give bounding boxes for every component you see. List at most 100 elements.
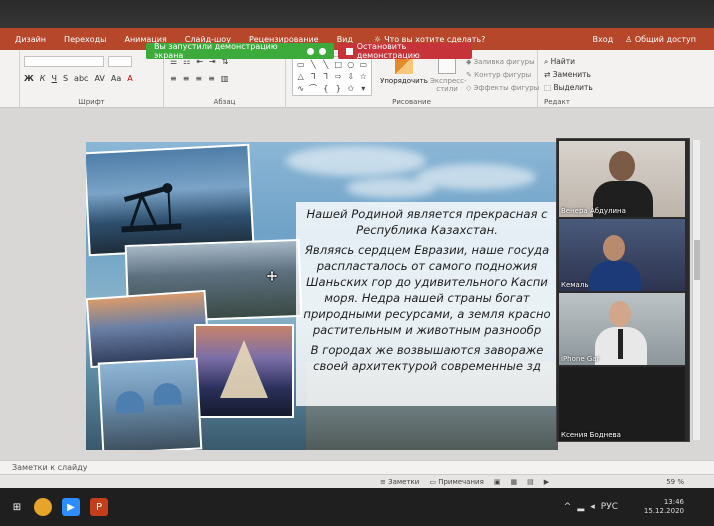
select-button[interactable]: ⬚ Выделить xyxy=(544,81,593,94)
current-slide[interactable]: Нашей Родиной является прекрасная с Респ… xyxy=(86,142,558,450)
case-button[interactable]: Aa xyxy=(111,74,121,83)
shape-effects-button[interactable]: ◇ Эффекты фигуры xyxy=(466,82,539,95)
comments-toggle[interactable]: ▭ Примечания xyxy=(429,478,483,486)
palace-photo[interactable] xyxy=(97,357,203,450)
rect-shape-icon[interactable]: ▭ xyxy=(358,59,370,70)
line-shape-icon[interactable]: ╲ xyxy=(320,59,332,70)
align-left-button[interactable]: ≡ xyxy=(170,74,177,83)
columns-button[interactable]: ▥ xyxy=(221,74,229,83)
tab-design[interactable]: Дизайн xyxy=(6,35,55,44)
line-shape-icon[interactable]: ╲ xyxy=(308,59,320,70)
quick-styles-label: Экспресс-стили xyxy=(430,77,467,93)
align-center-button[interactable]: ≡ xyxy=(183,74,190,83)
participant-video[interactable]: Ксения Боднева xyxy=(559,367,685,441)
brace-shape-icon[interactable]: { xyxy=(320,83,332,94)
login-link[interactable]: Вход xyxy=(592,35,613,44)
language-indicator[interactable]: РУС xyxy=(601,502,618,512)
brace-shape-icon[interactable]: } xyxy=(333,83,345,94)
strike-button[interactable]: S xyxy=(63,74,68,83)
shadow-button[interactable]: abc xyxy=(74,74,88,83)
khan-shatyr-photo[interactable] xyxy=(194,324,294,418)
zoom-app-icon[interactable]: ▶ xyxy=(62,498,80,516)
clock-time: 13:46 xyxy=(663,498,684,506)
more-shapes-icon[interactable]: ▾ xyxy=(358,83,370,94)
quick-styles-button[interactable]: Экспресс-стили xyxy=(430,56,467,93)
slide-text-box[interactable]: Нашей Родиной является прекрасная с Респ… xyxy=(296,202,558,406)
rect-shape-icon[interactable]: □ xyxy=(333,59,345,70)
participant-video[interactable]: iPhone Gar xyxy=(559,293,685,365)
star-shape-icon[interactable]: ☆ xyxy=(358,71,370,82)
participant-name: Ксения Боднева xyxy=(561,431,621,439)
shape-outline-button[interactable]: ✎ Контур фигуры xyxy=(466,69,539,82)
city-skyline-photo[interactable] xyxy=(86,289,211,369)
underline-button[interactable]: Ч xyxy=(51,74,56,83)
triangle-shape-icon[interactable]: △ xyxy=(295,71,307,82)
arrow-shape-icon[interactable]: ⇨ xyxy=(333,71,345,82)
slide-text-line: Шаньских гор до удивительного Каспи xyxy=(306,275,548,289)
shapes-gallery[interactable]: ▭ ╲ ╲ □ ○ ▭ △ ⅂ ⅂ ⇨ ⇩ ☆ ∿ ⌒ { } ✩ ▾ xyxy=(292,56,372,96)
tab-transitions[interactable]: Переходы xyxy=(55,35,115,44)
move-cursor-icon xyxy=(266,270,278,282)
volume-icon[interactable] xyxy=(319,47,327,55)
notes-pane[interactable]: Заметки к слайду xyxy=(0,460,714,474)
notes-toggle[interactable]: ≡ Заметки xyxy=(380,478,419,486)
participant-video[interactable]: Кемаль xyxy=(559,219,685,291)
participant-video[interactable]: Венера Абдулина xyxy=(559,141,685,217)
star-shape-icon[interactable]: ✩ xyxy=(345,83,357,94)
screen-share-bar: Вы запустили демонстрацию экрана Останов… xyxy=(146,42,472,60)
volume-icon[interactable]: ◂ xyxy=(590,502,595,512)
effects-icon: ◇ xyxy=(466,84,472,92)
powerpoint-icon[interactable]: P xyxy=(90,498,108,516)
justify-button[interactable]: ≡ xyxy=(208,74,215,83)
replace-button[interactable]: ⇄ Заменить xyxy=(544,68,593,81)
view-slideshow-button[interactable]: ▶ xyxy=(544,478,549,486)
font-size-select[interactable] xyxy=(108,56,132,67)
slide-text-line: моря. Недра нашей страны богат xyxy=(324,291,530,305)
view-sorter-button[interactable]: ▦ xyxy=(510,478,517,486)
italic-button[interactable]: К xyxy=(40,74,46,83)
view-normal-button[interactable]: ▣ xyxy=(494,478,501,486)
participant-name: Кемаль xyxy=(561,281,589,289)
zoom-level[interactable]: 59 % xyxy=(666,478,714,486)
participants-panel: Венера Абдулина Кемаль iPhone Gar Ксения… xyxy=(556,138,690,442)
bold-button[interactable]: Ж xyxy=(24,74,34,83)
font-color-button[interactable]: A xyxy=(127,74,132,83)
slide-text-line: Нашей Родиной является прекрасная с xyxy=(306,207,548,221)
chrome-icon[interactable] xyxy=(34,498,52,516)
align-buttons: ≡ ≡ ≡ ≡ ▥ xyxy=(170,74,228,83)
participant-head xyxy=(609,301,631,327)
necktie-shape xyxy=(618,329,623,359)
oil-pump-photo[interactable] xyxy=(86,143,255,257)
chevron-up-icon[interactable]: ^ xyxy=(564,502,572,512)
vertical-scrollbar[interactable] xyxy=(692,140,700,440)
windows-start-icon[interactable]: ⊞ xyxy=(8,498,26,516)
align-right-button[interactable]: ≡ xyxy=(195,74,202,83)
find-button[interactable]: ⌕ Найти xyxy=(544,55,593,68)
connector-shape-icon[interactable]: ⅂ xyxy=(320,71,332,82)
shape-fill-label: Заливка фигуры xyxy=(473,58,535,66)
notes-icon: ≡ xyxy=(380,477,386,486)
stop-share-button[interactable]: Остановить демонстрацию xyxy=(338,42,472,60)
stop-share-label: Остановить демонстрацию xyxy=(356,42,420,60)
spacing-button[interactable]: AV xyxy=(94,74,104,83)
curve-shape-icon[interactable]: ∿ xyxy=(295,83,307,94)
microphone-icon[interactable] xyxy=(307,47,315,55)
font-format-buttons: Ж К Ч S abc AV Aa A xyxy=(24,74,133,83)
connector-shape-icon[interactable]: ⅂ xyxy=(308,71,320,82)
scrollbar-thumb[interactable] xyxy=(694,240,700,280)
share-button[interactable]: ♙ Общий доступ xyxy=(625,35,696,44)
arrange-button[interactable]: Упорядочить xyxy=(380,56,428,85)
network-icon[interactable]: ▂ xyxy=(577,502,584,512)
clock[interactable]: 13:46 15.12.2020 xyxy=(644,498,684,516)
arrow-shape-icon[interactable]: ⇩ xyxy=(345,71,357,82)
font-name-select[interactable] xyxy=(24,56,104,67)
editing-group-label: Редакт xyxy=(544,98,570,106)
sky-cloud xyxy=(286,146,426,176)
replace-icon: ⇄ xyxy=(544,70,551,79)
status-bar: ≡ Заметки ▭ Примечания ▣ ▦ ▤ ▶ 59 % xyxy=(0,474,714,488)
textbox-shape-icon[interactable]: ▭ xyxy=(295,59,307,70)
view-reading-button[interactable]: ▤ xyxy=(527,478,534,486)
curve-shape-icon[interactable]: ⌒ xyxy=(308,83,320,94)
shape-fill-button[interactable]: ◆ Заливка фигуры xyxy=(466,56,539,69)
oval-shape-icon[interactable]: ○ xyxy=(345,59,357,70)
